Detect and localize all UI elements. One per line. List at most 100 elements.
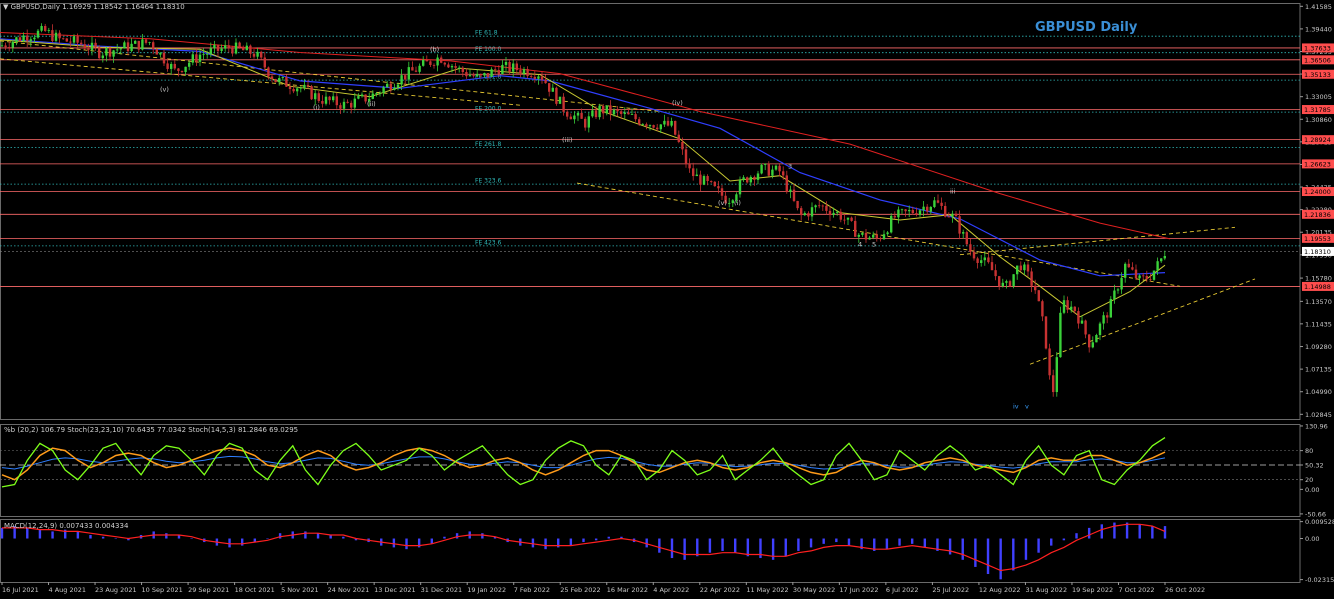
- candle-body: [940, 202, 943, 206]
- macd-bar: [607, 536, 610, 539]
- wave-label: (v): [160, 85, 169, 93]
- candle-body: [926, 206, 929, 212]
- macd-bar: [809, 538, 813, 548]
- macd-y-label: 0.009528: [1305, 518, 1334, 526]
- macd-bar: [1138, 524, 1141, 539]
- candle-body: [850, 217, 853, 221]
- macd-bar: [228, 538, 231, 548]
- trend-line: [959, 226, 1236, 256]
- candle-body: [879, 238, 882, 240]
- candle-body: [1030, 271, 1033, 286]
- candle-body: [544, 79, 547, 84]
- candle-body: [51, 30, 54, 41]
- candle-body: [11, 41, 14, 48]
- candle-body: [1142, 275, 1145, 277]
- macd-bar: [0, 527, 4, 539]
- candle-body: [94, 42, 97, 48]
- macd-bar: [822, 538, 825, 544]
- candle-body: [911, 210, 914, 214]
- candle-body: [630, 114, 634, 115]
- candle-body: [1088, 334, 1091, 348]
- price-chart[interactable]: 1.415851.394401.372951.351501.330051.308…: [0, 0, 1334, 599]
- candle-body: [720, 188, 724, 196]
- candle-body: [908, 210, 911, 212]
- trend-line: [0, 58, 521, 106]
- candle-body: [458, 67, 461, 69]
- fib-label: FE 200.0: [475, 106, 502, 113]
- x-tick-label: 29 Sep 2021: [188, 586, 229, 594]
- candle-body: [764, 163, 767, 165]
- candle-body: [202, 54, 205, 56]
- candle-body: [432, 64, 436, 66]
- candle-body: [159, 52, 162, 55]
- candle-body: [216, 44, 220, 51]
- candle-body: [616, 109, 619, 112]
- candle-body: [749, 176, 752, 183]
- candle-body: [328, 96, 331, 101]
- macd-bar: [974, 538, 977, 567]
- macd-bar: [51, 531, 54, 539]
- x-tick-label: 4 Aug 2021: [49, 586, 87, 594]
- candle-body: [771, 169, 774, 176]
- candle-body: [191, 54, 194, 63]
- candle-body: [1116, 289, 1120, 291]
- candle-body: [404, 75, 407, 80]
- macd-bar: [847, 538, 851, 546]
- candle-body: [677, 134, 680, 142]
- x-tick-label: 7 Oct 2022: [1118, 586, 1154, 594]
- candle-body: [440, 57, 443, 63]
- candle-body: [1138, 275, 1141, 279]
- candle-body: [238, 42, 241, 48]
- candle-body: [522, 69, 526, 74]
- candle-body: [184, 66, 187, 73]
- candle-body: [666, 120, 670, 126]
- candle-body: [198, 54, 202, 62]
- candle-body: [389, 83, 392, 90]
- candle-body: [321, 100, 324, 104]
- candle-body: [1127, 263, 1130, 268]
- candle-body: [144, 39, 148, 43]
- candle-body: [155, 49, 158, 55]
- candle-body: [342, 101, 346, 109]
- candle-body: [1073, 306, 1076, 312]
- macd-bar: [721, 538, 724, 551]
- candle-body: [551, 87, 554, 92]
- candle-body: [656, 127, 659, 130]
- candle-body: [933, 200, 936, 207]
- x-tick-label: 16 Mar 2022: [607, 586, 648, 594]
- candle-body: [515, 63, 518, 71]
- y-tick-label: 1.02845: [1305, 411, 1332, 419]
- candle-body: [1160, 258, 1163, 262]
- chart-root: ▼ GBPUSD,Daily 1.16929 1.18542 1.16464 1…: [0, 0, 1334, 599]
- candle-body: [231, 48, 234, 54]
- candle-body: [195, 54, 198, 62]
- candle-body: [152, 42, 155, 50]
- candle-body: [126, 42, 130, 51]
- candle-body: [47, 30, 50, 31]
- candle-body: [378, 92, 382, 94]
- candle-body: [533, 76, 536, 79]
- candle-body: [1120, 277, 1123, 290]
- candle-body: [623, 112, 626, 114]
- candle-body: [947, 216, 950, 218]
- candle-body: [357, 96, 360, 99]
- candle-body: [767, 163, 770, 176]
- macd-bar: [910, 538, 914, 544]
- macd-bar: [961, 538, 964, 560]
- candle-body: [594, 110, 598, 118]
- candle-body: [706, 176, 709, 181]
- candle-body: [1091, 342, 1094, 348]
- macd-bar: [278, 533, 282, 539]
- candle-body: [944, 205, 947, 217]
- osc-y-label: 50.32: [1305, 462, 1324, 470]
- candle-body: [634, 114, 637, 120]
- macd-bar: [1050, 538, 1053, 546]
- x-tick-label: 19 Sep 2022: [1072, 586, 1113, 594]
- oscillator-header: %b (20,2) 106.79 Stoch(23,23,10) 70.6435…: [4, 426, 299, 434]
- candle-body: [1055, 357, 1058, 393]
- candle-body: [83, 44, 86, 49]
- candle-body: [54, 32, 58, 41]
- candle-body: [670, 120, 673, 126]
- wave-label: v: [1025, 402, 1029, 410]
- macd-bar: [1075, 533, 1078, 539]
